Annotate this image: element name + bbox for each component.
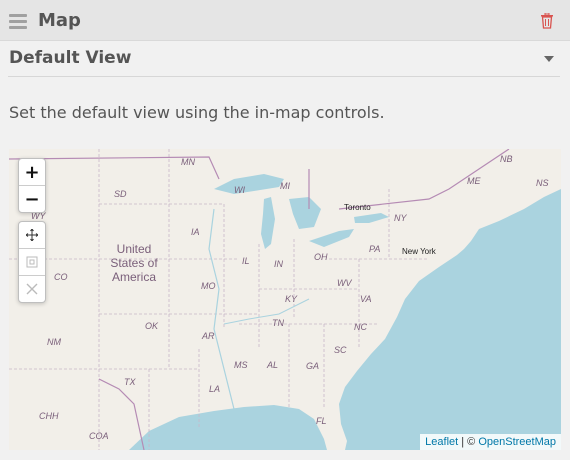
- state-label-la: LA: [209, 384, 220, 394]
- state-label-ms: MS: [234, 360, 248, 370]
- state-label-wi: WI: [234, 185, 245, 195]
- country-label-line2: States of: [110, 256, 158, 270]
- caret-down-icon[interactable]: [544, 56, 554, 62]
- state-label-co: CO: [54, 272, 68, 282]
- section-title: Default View: [9, 48, 132, 68]
- zoom-in-button[interactable]: +: [19, 159, 45, 186]
- state-label-pa: PA: [369, 244, 380, 254]
- state-label-nm: NM: [47, 337, 61, 347]
- panel-header: Map: [0, 0, 570, 41]
- state-label-mi: MI: [280, 181, 290, 191]
- leaflet-link[interactable]: Leaflet: [425, 436, 458, 448]
- city-label-toronto: Toronto: [344, 203, 371, 212]
- reset-icon[interactable]: [19, 276, 45, 302]
- state-label-wv: WV: [337, 278, 352, 288]
- hamburger-icon[interactable]: [9, 14, 27, 29]
- state-label-mo: MO: [201, 281, 216, 291]
- state-label-ky: KY: [285, 294, 298, 304]
- country-label-line3: America: [112, 270, 156, 284]
- fit-bounds-icon[interactable]: [19, 249, 45, 276]
- state-label-chh: CHH: [39, 411, 59, 421]
- state-label-coa: COA: [89, 431, 109, 441]
- state-label-ia: IA: [191, 227, 200, 237]
- state-label-ar: AR: [201, 331, 215, 341]
- map-attribution: Leaflet | © OpenStreetMap: [420, 434, 561, 450]
- state-label-oh: OH: [314, 252, 328, 262]
- move-icon[interactable]: [19, 222, 45, 249]
- state-label-ny: NY: [394, 213, 407, 223]
- state-label-ns: NS: [536, 178, 549, 188]
- state-label-tx: TX: [124, 377, 136, 387]
- state-label-sc: SC: [334, 345, 347, 355]
- state-label-ok: OK: [145, 321, 159, 331]
- state-label-nc: NC: [354, 322, 367, 332]
- default-view-section-header[interactable]: Default View: [8, 40, 560, 77]
- view-tools-control: [18, 221, 46, 303]
- attribution-separator: | ©: [458, 436, 479, 448]
- state-label-va: VA: [360, 294, 372, 304]
- state-label-ga: GA: [306, 361, 319, 371]
- state-label-nb: NB: [500, 154, 513, 164]
- state-label-me: ME: [467, 176, 481, 186]
- state-label-in: IN: [274, 259, 284, 269]
- osm-link[interactable]: OpenStreetMap: [478, 436, 556, 448]
- zoom-control: + −: [18, 158, 46, 213]
- state-label-il: IL: [242, 256, 250, 266]
- state-label-tn: TN: [272, 318, 284, 328]
- state-label-al: AL: [266, 360, 278, 370]
- map-view[interactable]: MN WI MI SD WY IA IL IN OH PA NY ME NB N…: [9, 149, 561, 450]
- map-tiles[interactable]: MN WI MI SD WY IA IL IN OH PA NY ME NB N…: [9, 149, 561, 450]
- state-label-mn: MN: [181, 157, 195, 167]
- country-label-line1: United: [117, 242, 152, 256]
- trash-icon[interactable]: [540, 13, 554, 29]
- map-settings-panel: Map Default View Set the default view us…: [0, 0, 570, 460]
- city-label-new-york: New York: [402, 247, 437, 256]
- panel-title: Map: [38, 10, 81, 31]
- zoom-out-button[interactable]: −: [19, 186, 45, 212]
- description-text: Set the default view using the in-map co…: [9, 103, 385, 122]
- state-label-fl: FL: [316, 416, 327, 426]
- state-label-sd: SD: [114, 189, 127, 199]
